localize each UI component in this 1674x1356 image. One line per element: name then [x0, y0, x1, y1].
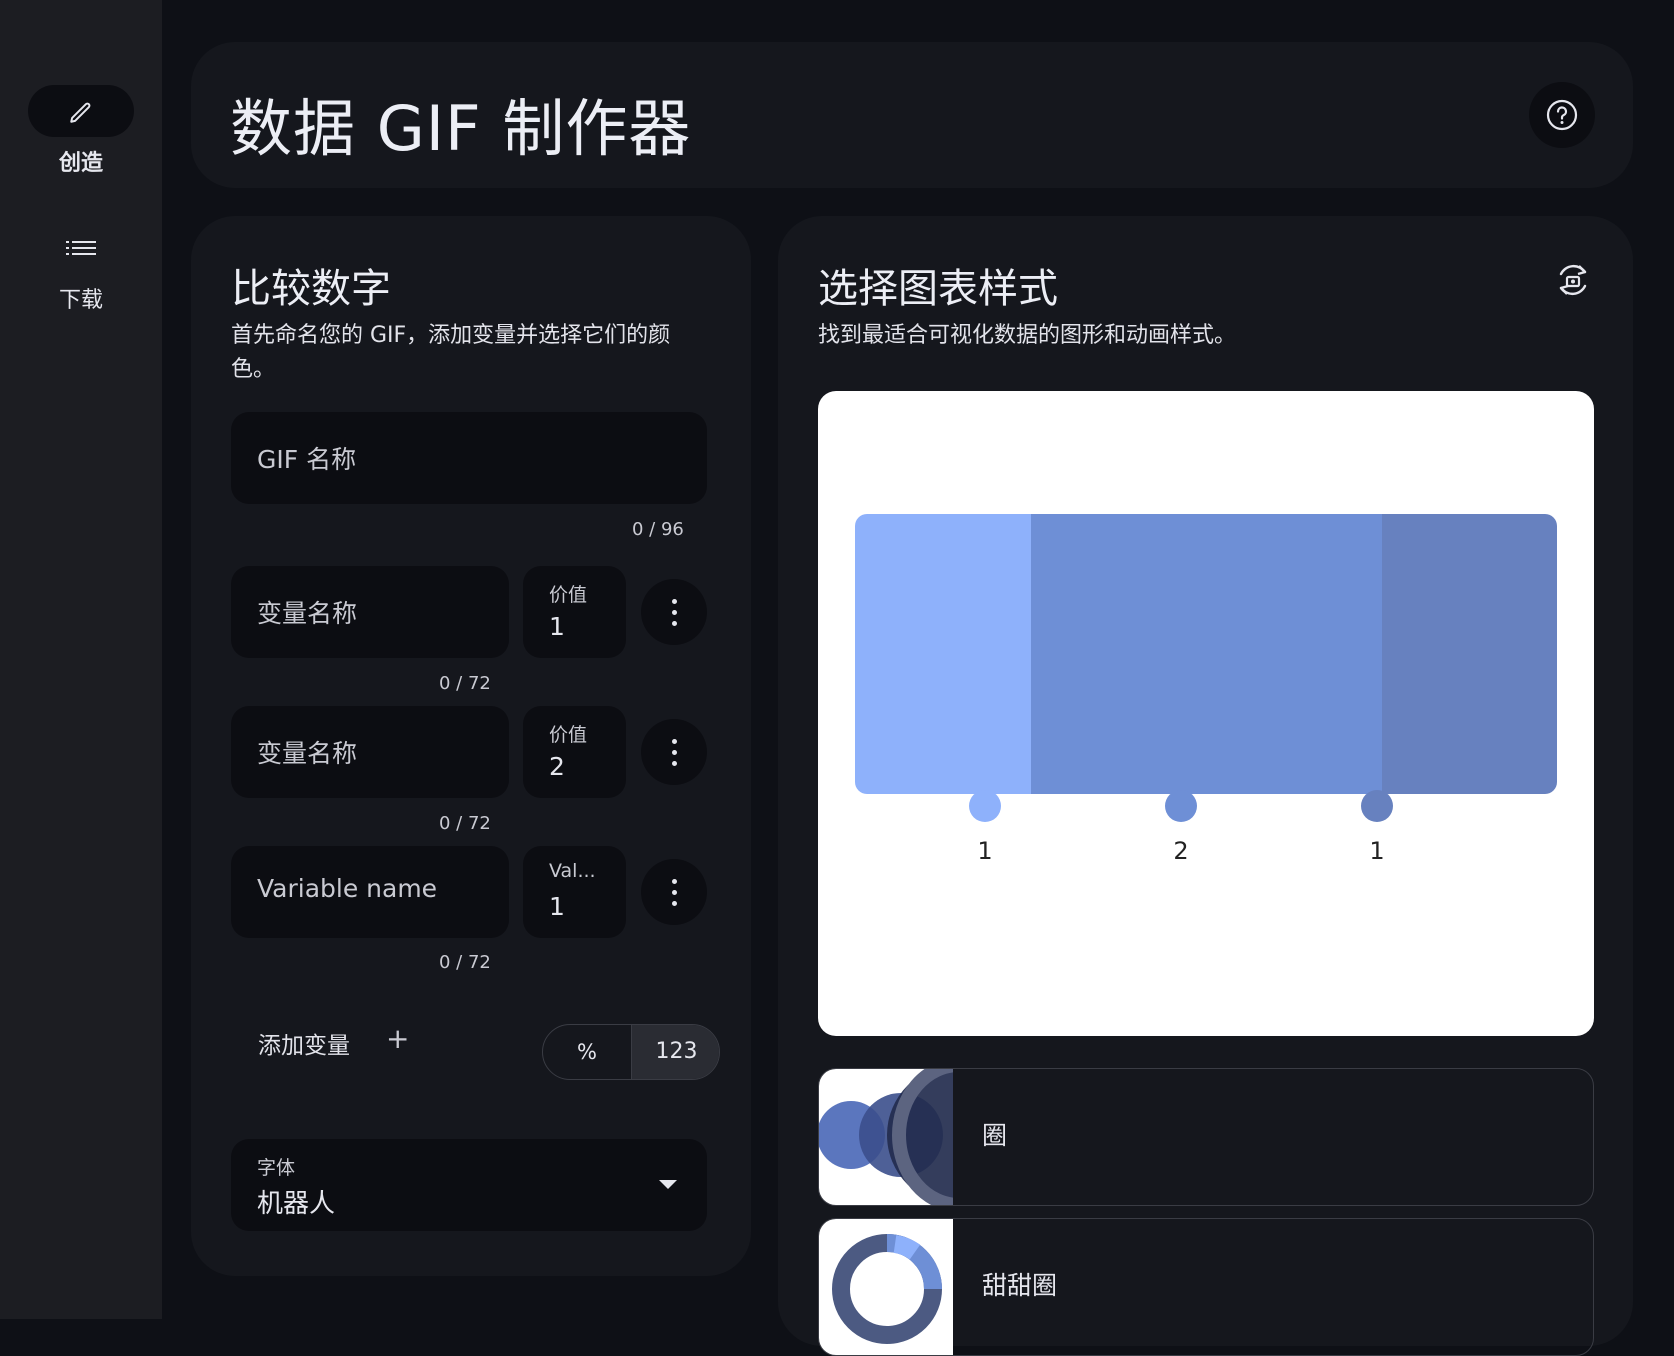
- gif-name-counter: 0 / 96: [632, 519, 684, 540]
- value-label: 价值: [549, 584, 588, 606]
- nav-item-download[interactable]: 下载: [0, 222, 162, 314]
- more-vert-icon: [672, 879, 677, 884]
- value-number: 2: [549, 752, 565, 781]
- compare-description: 首先命名您的 GIF，添加变量并选择它们的颜色。: [231, 323, 671, 382]
- font-value: 机器人: [257, 1189, 336, 1219]
- style-option-circle[interactable]: 圈: [818, 1068, 1594, 1206]
- bar-segment-2: [1030, 514, 1382, 794]
- variable-name-placeholder: 变量名称: [257, 739, 358, 768]
- chart-style-description: 找到最适合可视化数据的图形和动画样式。: [818, 323, 1237, 348]
- more-vert-icon: [672, 739, 677, 744]
- circle-style-thumbnail: [819, 1069, 953, 1205]
- more-options-button-3[interactable]: [641, 859, 707, 925]
- app-header: 数据 GIF 制作器: [191, 42, 1633, 188]
- legend-dot-1: [969, 790, 1001, 822]
- nav-label-download: 下载: [58, 288, 103, 313]
- value-label: 价值: [549, 724, 588, 746]
- nav-pill-download[interactable]: [28, 222, 134, 274]
- bar-segment-3: [1381, 514, 1557, 794]
- legend-label-2: 2: [1173, 837, 1189, 865]
- format-toggle: % 123: [542, 1024, 720, 1080]
- chart-style-title: 选择图表样式: [818, 266, 1058, 312]
- chart-style-panel: 选择图表样式 找到最适合可视化数据的图形和动画样式。 1 2 1 圈 甜甜圈: [778, 216, 1633, 1356]
- more-options-button-1[interactable]: [641, 579, 707, 645]
- help-circle-icon: [1546, 99, 1578, 131]
- legend-dot-2: [1165, 790, 1197, 822]
- replay-icon: [1559, 264, 1587, 296]
- style-name-donut: 甜甜圈: [982, 1271, 1058, 1300]
- variable-name-placeholder: 变量名称: [257, 599, 358, 628]
- variable-name-input-2[interactable]: 变量名称: [231, 706, 509, 798]
- bar-segment-1: [855, 514, 1031, 794]
- nav-item-create[interactable]: 创造: [0, 85, 162, 177]
- donut-chart-icon: [832, 1234, 942, 1344]
- add-variable-button[interactable]: 添加变量: [258, 1026, 350, 1060]
- add-icon[interactable]: +: [386, 1022, 409, 1055]
- variable-name-input-3[interactable]: Variable name: [231, 846, 509, 938]
- gif-name-placeholder: GIF 名称: [257, 445, 357, 474]
- variable-counter-2: 0 / 72: [439, 813, 491, 834]
- compare-title: 比较数字: [231, 266, 391, 312]
- stacked-bar: [855, 514, 1557, 794]
- variable-value-input-3[interactable]: Val... 1: [523, 846, 626, 938]
- style-name-circle: 圈: [982, 1121, 1008, 1150]
- compare-panel: 比较数字 首先命名您的 GIF，添加变量并选择它们的颜色。 GIF 名称 0 /…: [191, 216, 751, 1276]
- style-option-donut[interactable]: 甜甜圈: [818, 1218, 1594, 1356]
- font-label: 字体: [257, 1157, 296, 1179]
- chart-preview: 1 2 1: [818, 391, 1594, 1036]
- format-option-number[interactable]: 123: [631, 1025, 719, 1079]
- help-button[interactable]: [1529, 82, 1595, 148]
- pencil-icon: [70, 102, 91, 123]
- nav-rail: 创造 下载: [0, 0, 162, 1319]
- variable-value-input-2[interactable]: 价值 2: [523, 706, 626, 798]
- format-option-percent[interactable]: %: [543, 1025, 631, 1079]
- legend-dot-3: [1361, 790, 1393, 822]
- variable-value-input-1[interactable]: 价值 1: [523, 566, 626, 658]
- dropdown-arrow-icon: [659, 1180, 677, 1189]
- list-icon: [66, 241, 96, 255]
- value-label: Val...: [549, 860, 596, 882]
- page-title: 数据 GIF 制作器: [230, 92, 692, 165]
- variable-counter-3: 0 / 72: [439, 952, 491, 973]
- variable-counter-1: 0 / 72: [439, 673, 491, 694]
- gif-name-input[interactable]: GIF 名称: [231, 412, 707, 504]
- legend-label-1: 1: [977, 837, 993, 865]
- font-select[interactable]: 字体 机器人: [231, 1139, 707, 1231]
- legend-label-3: 1: [1369, 837, 1385, 865]
- variable-name-placeholder: Variable name: [257, 874, 438, 903]
- more-options-button-2[interactable]: [641, 719, 707, 785]
- nav-label-create: 创造: [58, 151, 103, 176]
- variable-name-input-1[interactable]: 变量名称: [231, 566, 509, 658]
- value-number: 1: [549, 612, 565, 641]
- replay-button[interactable]: [1553, 260, 1593, 304]
- circle-chart-icon: [819, 1069, 953, 1205]
- main-area: 数据 GIF 制作器 比较数字 首先命名您的 GIF，添加变量并选择它们的颜色。…: [162, 0, 1674, 1356]
- more-vert-icon: [672, 599, 677, 604]
- nav-pill-create[interactable]: [28, 85, 134, 137]
- donut-style-thumbnail: [819, 1219, 953, 1355]
- value-number: 1: [549, 892, 565, 921]
